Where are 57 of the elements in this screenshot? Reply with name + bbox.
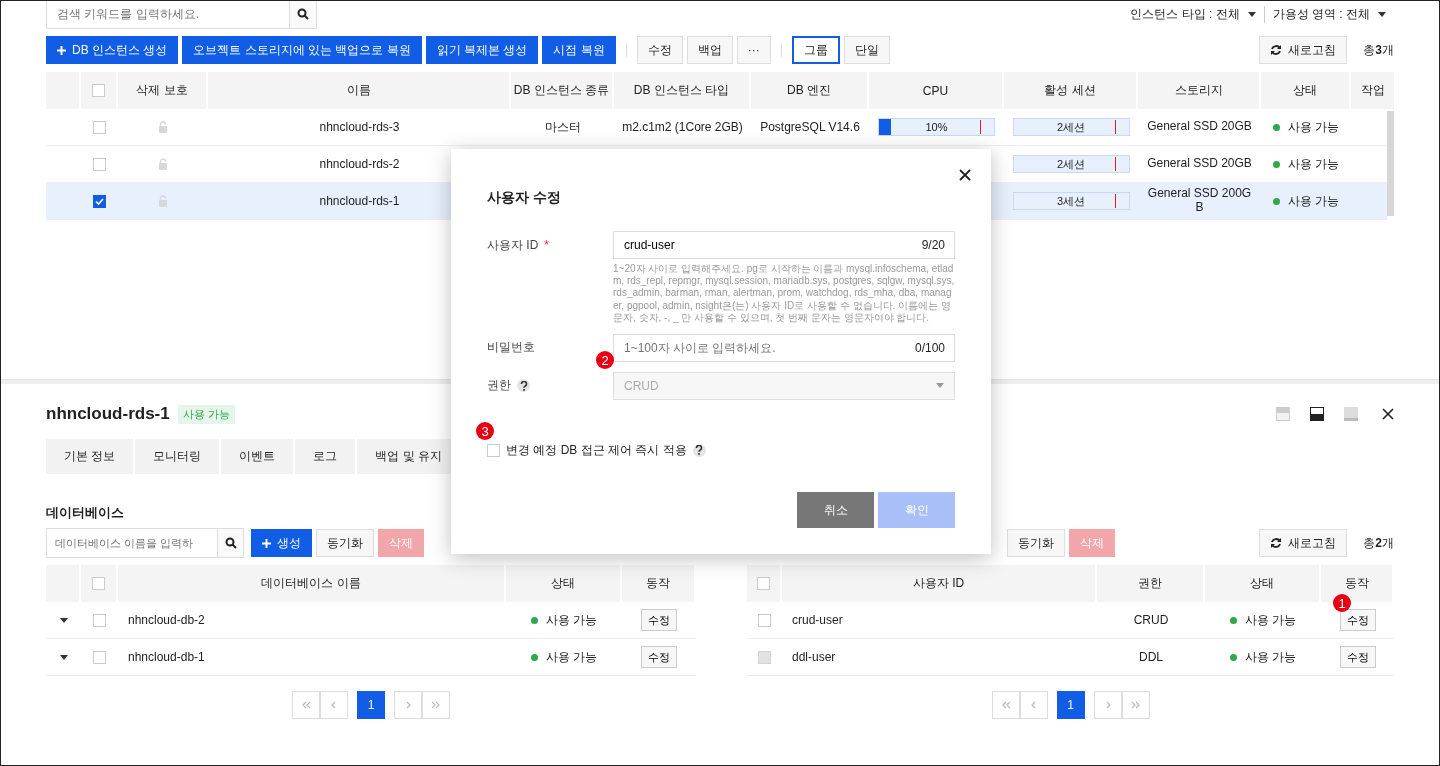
session-meter: 2세션: [1012, 155, 1130, 173]
table-cell: nhncloud-rds-2: [319, 157, 400, 171]
char-counter: 9/20: [921, 238, 945, 252]
table-cell: General SSD 20GB: [1147, 157, 1252, 171]
table-cell: nhncloud-db-1: [128, 650, 205, 664]
column-header: 이름: [346, 82, 371, 99]
field-label: 권한: [487, 377, 511, 395]
column-header: 동작: [646, 575, 670, 592]
cpu-meter: 10%: [878, 118, 995, 136]
status-text: 사용 가능: [1287, 118, 1340, 136]
status-text: 사용 가능: [545, 648, 598, 666]
column-header: 데이터베이스 이름: [261, 575, 361, 592]
status-text: 사용 가능: [1287, 192, 1340, 210]
status-text: 사용 가능: [545, 611, 598, 629]
column-header: 상태: [551, 575, 575, 592]
help-text: 1~20자 사이로 입력해주세요. pg로 시작하는 이름과 mysql.infoschema, etladm, rds_repl, repmgr, mysql.session, mariadb.sys, postgres, sqlgw, mysql.sys, rds_admin, barman, rman, alertman, prom, watchdog, rds_mha, dba, manager, pgpool, admin, nsight은(는) 사용자 ID로 사용할 수 없습니다. 이름에는 영문자, 숫자, -, _ 만 사용할 수 있으며, 첫 번째 문자는 영문자여야 합니다.: [613, 263, 955, 324]
column-header: 상태: [1250, 575, 1274, 592]
column-header: 삭제 보호: [136, 82, 188, 99]
checkbox-label: 변경 예정 DB 접근 제어 즉시 적용: [506, 441, 687, 459]
total-count: 총3개: [1363, 41, 1394, 59]
status-text: 사용 가능: [1244, 611, 1297, 629]
status-text: 사용 가능: [1244, 648, 1297, 666]
instance-title: nhncloud-rds-1: [46, 404, 170, 424]
column-header: 동작: [1344, 575, 1369, 592]
column-header: DB 인스턴스 종류: [513, 82, 610, 99]
table-cell: DDL: [1139, 650, 1163, 664]
column-header: DB 엔진: [787, 82, 831, 99]
column-header: 스토리지: [1174, 82, 1223, 99]
status-text: 사용 가능: [1287, 155, 1340, 173]
required-mark: *: [544, 238, 549, 252]
status-badge: 사용 가능: [177, 404, 235, 424]
table-cell: nhncloud-rds-1: [319, 194, 400, 208]
table-cell: m2.c1m2 (1Core 2GB): [622, 120, 743, 134]
section-title: 데이터베이스: [46, 504, 124, 522]
column-header: 활성 세션: [1044, 82, 1096, 99]
column-header: 상태: [1293, 82, 1317, 99]
session-meter: 3세션: [1012, 192, 1130, 210]
table-cell-text: General SSD 200GB: [1146, 187, 1253, 215]
column-header: 작업: [1360, 82, 1385, 99]
field-label: 사용자 ID: [487, 236, 539, 254]
total-count: 총2개: [1363, 534, 1394, 552]
table-cell: CRUD: [1133, 613, 1169, 627]
table-cell: nhncloud-rds-3: [319, 120, 400, 134]
table-cell: nhncloud-db-2: [128, 613, 205, 627]
table-cell: 마스터: [544, 118, 581, 136]
session-meter: 2세션: [1012, 118, 1130, 136]
column-header: 권한: [1138, 575, 1162, 592]
table-cell: PostgreSQL V14.6: [760, 120, 860, 134]
table-cell: General SSD 20GB: [1147, 120, 1252, 134]
table-cell: ddl-user: [792, 650, 836, 664]
column-header: CPU: [922, 83, 949, 98]
char-counter: 0/100: [914, 340, 945, 355]
field-label: 비밀번호: [487, 339, 535, 357]
column-header: 사용자 ID: [912, 575, 965, 592]
dialog-title: 사용자 수정: [487, 189, 562, 207]
table-cell: crud-user: [792, 613, 843, 627]
column-header: DB 인스턴스 타입: [633, 82, 730, 99]
